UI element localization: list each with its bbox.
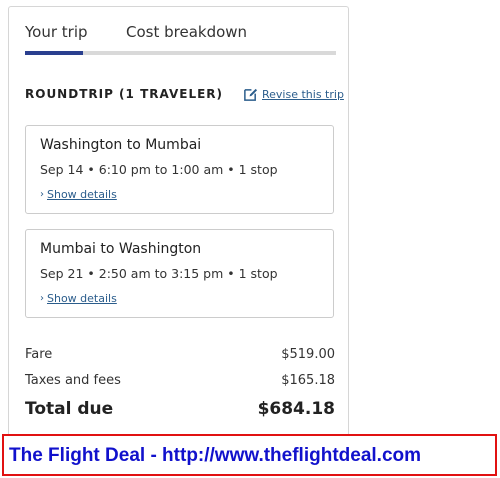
leg-info: Sep 14 • 6:10 pm to 1:00 am • 1 stop [40,162,278,177]
revise-trip-label: Revise this trip [262,88,344,101]
trip-heading: ROUNDTRIP (1 TRAVELER) [25,87,224,101]
edit-icon [244,88,258,101]
tab-cost-breakdown[interactable]: Cost breakdown [126,23,247,41]
show-details-label: Show details [47,292,117,305]
trip-summary-panel: Your trip Cost breakdown ROUNDTRIP (1 TR… [8,6,349,446]
total-value: $684.18 [257,399,335,419]
revise-trip-link[interactable]: Revise this trip [243,87,344,102]
tab-active-indicator [25,51,83,55]
leg-info: Sep 21 • 2:50 am to 3:15 pm • 1 stop [40,266,278,281]
taxes-label: Taxes and fees [25,373,121,388]
chevron-right-icon: › [40,189,44,200]
fare-label: Fare [25,347,53,362]
flight-leg-card: Washington to Mumbai Sep 14 • 6:10 pm to… [25,125,334,214]
show-details-label: Show details [47,188,117,201]
taxes-value: $165.18 [281,373,335,388]
banner-text: The Flight Deal - http://www.theflightde… [9,445,422,466]
leg-title: Mumbai to Washington [40,241,202,257]
total-label: Total due [25,399,114,419]
tab-bar: Your trip Cost breakdown [25,23,336,57]
show-details-link[interactable]: › Show details [40,188,117,201]
tab-your-trip[interactable]: Your trip [25,23,88,41]
leg-title: Washington to Mumbai [40,137,202,153]
chevron-right-icon: › [40,293,44,304]
fare-value: $519.00 [281,347,335,362]
watermark-banner: The Flight Deal - http://www.theflightde… [2,434,497,476]
flight-leg-card: Mumbai to Washington Sep 21 • 2:50 am to… [25,229,334,318]
show-details-link[interactable]: › Show details [40,292,117,305]
